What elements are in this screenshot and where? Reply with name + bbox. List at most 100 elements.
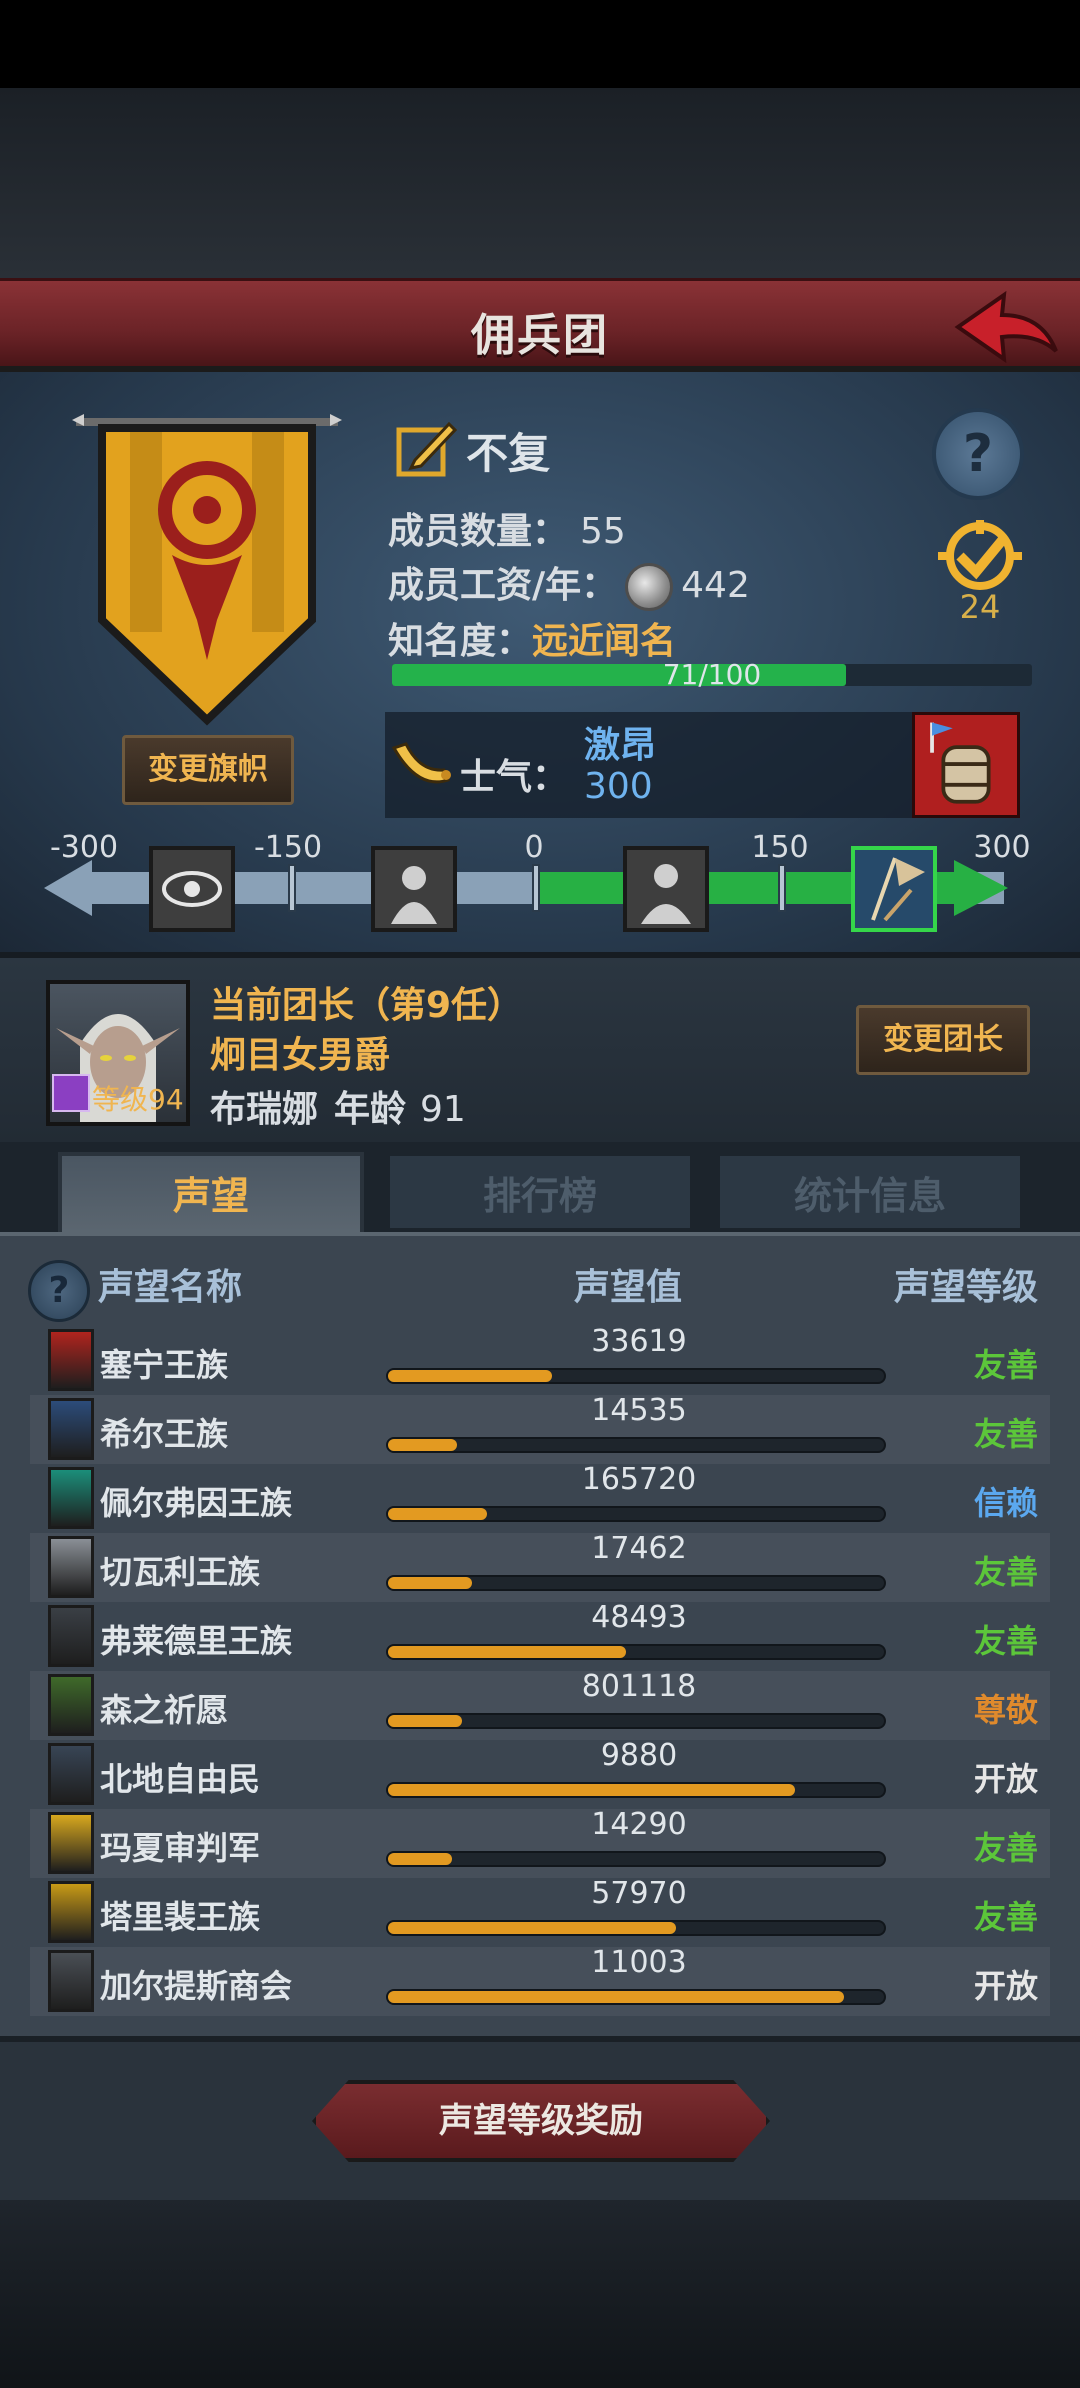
reputation-value: 14535 (591, 1393, 687, 1428)
reputation-level: 信赖 (973, 1484, 1038, 1522)
reputation-progress-bar (386, 1989, 886, 2005)
table-row[interactable]: 塞宁王族 33619 友善 (30, 1324, 1050, 1395)
reputation-progress-bar (386, 1368, 886, 1384)
members-value: 55 (580, 511, 626, 552)
edit-name-icon[interactable] (395, 416, 457, 478)
guild-banner-flag[interactable] (72, 410, 342, 730)
reputation-progress-fill (388, 1853, 453, 1865)
fame-label: 知名度： (388, 621, 533, 662)
reputation-progress-fill (388, 1922, 676, 1934)
reputation-progress-bar (386, 1782, 886, 1798)
morale-state: 激昂 (584, 725, 657, 766)
table-row[interactable]: 加尔提斯商会 11003 开放 (30, 1945, 1050, 2016)
page-title: 佣兵团 (471, 310, 609, 361)
reputation-progress-bar (386, 1644, 886, 1660)
morale-label: 士气： (460, 757, 569, 798)
leader-title: 当前团长（第9任） (210, 985, 524, 1026)
reputation-value: 801118 (581, 1669, 697, 1704)
scale-label-min: -300 (49, 830, 119, 865)
reputation-help-icon[interactable]: ? (28, 1260, 90, 1322)
reputation-level: 友善 (973, 1346, 1038, 1384)
scale-tick (288, 864, 296, 912)
scale-label-zero: 0 (524, 830, 544, 865)
reputation-table: ? 声望名称 声望值 声望等级 塞宁王族 33619 友善 希尔王族 14535 友善 佩尔… (0, 1232, 1080, 2042)
reputation-progress-bar (386, 1920, 886, 1936)
morale-value: 300 (584, 766, 653, 807)
medal-count: 24 (959, 588, 1001, 626)
change-leader-button[interactable]: 变更团长 (856, 1005, 1030, 1075)
faction-name: 塔里裴王族 (100, 1898, 261, 1936)
top-background (0, 88, 1080, 278)
reputation-value: 17462 (591, 1531, 687, 1566)
faction-crest-icon (48, 1329, 94, 1391)
reputation-reward-button[interactable]: 声望等级奖励 (312, 2080, 770, 2162)
faction-name: 森之祈愿 (100, 1691, 229, 1729)
reputation-value: 57970 (591, 1876, 687, 1911)
faction-crest-icon (48, 1950, 94, 2012)
reputation-progress-fill (388, 1370, 552, 1382)
table-row[interactable]: 塔里裴王族 57970 友善 (30, 1876, 1050, 1947)
reputation-value: 33619 (591, 1324, 687, 1359)
faction-crest-icon (48, 1881, 94, 1943)
faction-crest-icon (48, 1743, 94, 1805)
tab-ranking[interactable]: 排行榜 (386, 1152, 694, 1232)
members-label: 成员数量： (388, 511, 569, 552)
faction-name: 切瓦利王族 (100, 1553, 261, 1591)
morale-level-victory-icon[interactable] (851, 846, 937, 932)
silver-coin-icon (625, 563, 674, 611)
salary-stat: 成员工资/年： 442 (388, 556, 750, 611)
reputation-level: 友善 (973, 1829, 1038, 1867)
scale-label-neg-mid: -150 (253, 830, 323, 865)
faction-crest-icon (48, 1812, 94, 1874)
scale-label-pos-mid: 150 (751, 830, 809, 865)
leader-level: 等级94 (92, 1083, 184, 1116)
col-header-name: 声望名称 (98, 1267, 243, 1308)
barrel-icon[interactable] (912, 712, 1020, 818)
leader-name: 布瑞娜 (210, 1089, 319, 1130)
table-row[interactable]: 森之祈愿 801118 尊敬 (30, 1669, 1050, 1740)
reputation-value: 14290 (591, 1807, 687, 1842)
table-row[interactable]: 希尔王族 14535 友善 (30, 1393, 1050, 1464)
fame-progress-text: 71/100 (662, 658, 762, 691)
horn-icon (391, 742, 451, 784)
scale-tick (532, 864, 540, 912)
morale-level-despair-icon[interactable] (371, 846, 457, 932)
reputation-value: 48493 (591, 1600, 687, 1635)
table-row[interactable]: 切瓦利王族 17462 友善 (30, 1531, 1050, 1602)
table-row[interactable]: 弗莱德里王族 48493 友善 (30, 1600, 1050, 1671)
reputation-level: 友善 (973, 1622, 1038, 1660)
leader-rank: 炯目女男爵 (210, 1035, 391, 1076)
reputation-progress-bar (386, 1575, 886, 1591)
change-flag-button[interactable]: 变更旗帜 (122, 735, 294, 805)
scale-label-max: 300 (973, 830, 1031, 865)
help-icon[interactable]: ? (932, 408, 1024, 500)
faction-crest-icon (48, 1398, 94, 1460)
reputation-level: 友善 (973, 1553, 1038, 1591)
reputation-progress-fill (388, 1439, 458, 1451)
reputation-level: 开放 (973, 1760, 1038, 1798)
faction-crest-icon (48, 1467, 94, 1529)
faction-name: 塞宁王族 (100, 1346, 229, 1384)
members-stat: 成员数量： 55 (388, 502, 626, 554)
col-header-level: 声望等级 (893, 1267, 1038, 1308)
morale-level-eye-icon[interactable] (149, 846, 235, 932)
table-row[interactable]: 北地自由民 9880 开放 (30, 1738, 1050, 1809)
reputation-level: 友善 (973, 1415, 1038, 1453)
morale-level-calm-icon[interactable] (623, 846, 709, 932)
faction-crest-icon (48, 1674, 94, 1736)
table-row[interactable]: 玛夏审判军 14290 友善 (30, 1807, 1050, 1878)
table-row[interactable]: 佩尔弗因王族 165720 信赖 (30, 1462, 1050, 1533)
faction-crest-icon (48, 1536, 94, 1598)
back-arrow-icon[interactable] (952, 289, 1062, 367)
faction-name: 北地自由民 (100, 1760, 261, 1798)
tab-reputation[interactable]: 声望 (58, 1152, 364, 1232)
morale-scale: -300 -150 0 150 300 (44, 820, 1044, 950)
staff-class-icon (52, 1074, 90, 1112)
leader-age-value: 91 (420, 1089, 466, 1130)
leader-age: 年龄 91 (334, 1080, 466, 1132)
status-bar (0, 0, 1080, 88)
faction-name: 希尔王族 (100, 1415, 229, 1453)
scale-tick (778, 864, 786, 912)
col-header-value: 声望值 (574, 1267, 683, 1308)
tab-statistics[interactable]: 统计信息 (716, 1152, 1024, 1232)
